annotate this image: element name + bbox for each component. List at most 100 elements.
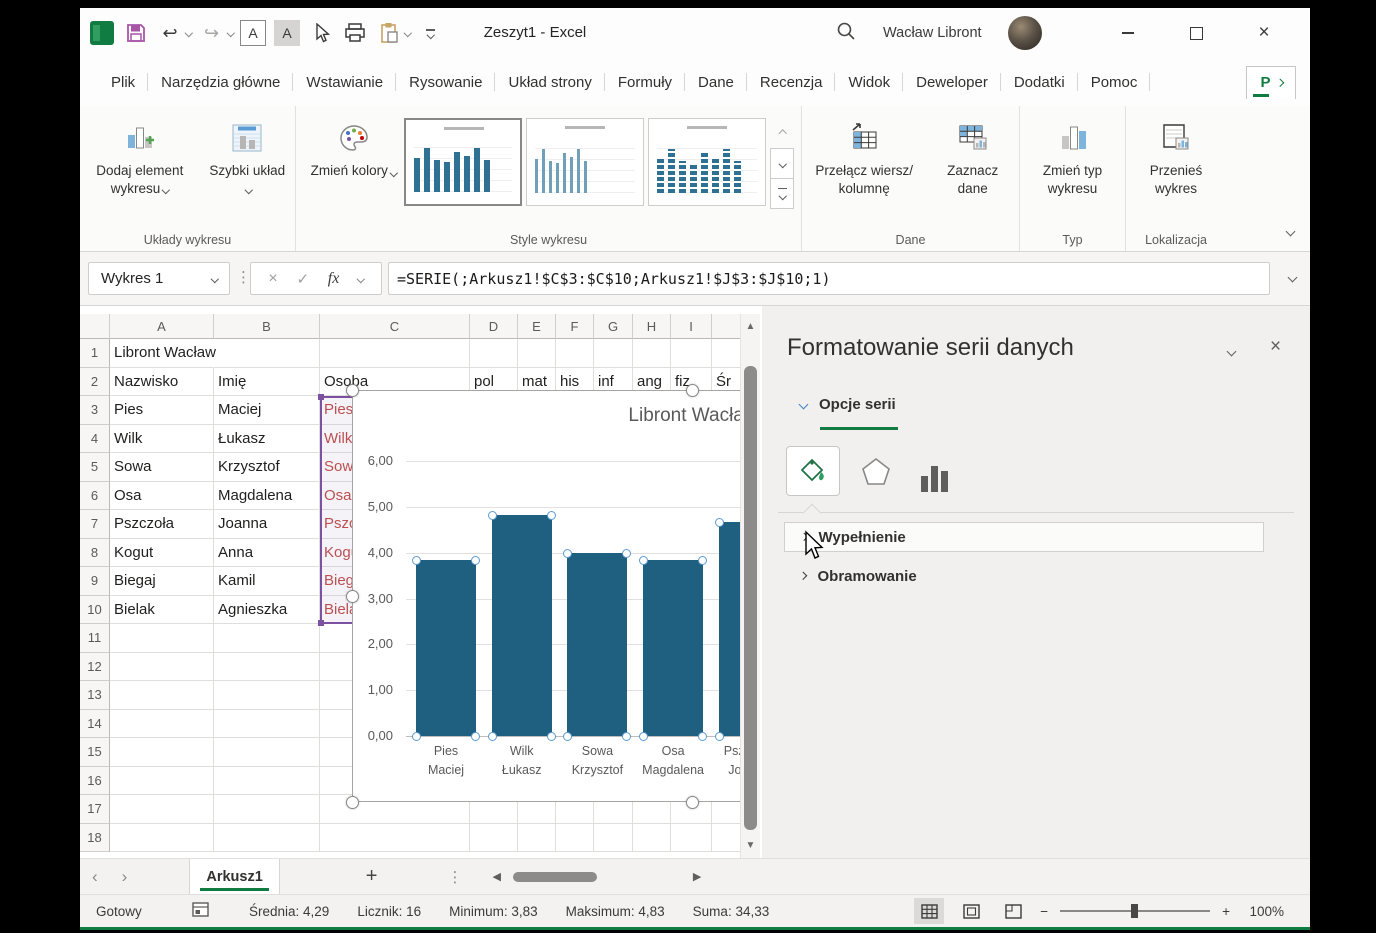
row-header-1[interactable]: 1 xyxy=(80,339,110,368)
cell-B3[interactable]: Maciej xyxy=(214,396,320,425)
cell-G18[interactable] xyxy=(594,824,633,853)
chart-resize-handle[interactable] xyxy=(346,384,359,397)
cell-B2[interactable]: Imię xyxy=(214,368,320,397)
bar-selection-handle[interactable] xyxy=(563,732,572,741)
bar-selection-handle[interactable] xyxy=(698,556,707,565)
cell-D1[interactable] xyxy=(470,339,518,368)
bar-selection-handle[interactable] xyxy=(698,732,707,741)
col-header-I[interactable]: I xyxy=(671,314,712,339)
scroll-down-icon[interactable]: ▼ xyxy=(741,840,760,851)
scroll-up-icon[interactable]: ▲ xyxy=(741,321,760,332)
name-box-chevron[interactable] xyxy=(210,275,218,283)
close-button[interactable]: × xyxy=(1238,8,1290,58)
cell-B7[interactable]: Joanna xyxy=(214,510,320,539)
chart-style-2[interactable] xyxy=(526,118,644,206)
paste-dropdown-chevron[interactable] xyxy=(405,30,411,36)
zoom-level[interactable]: 100% xyxy=(1242,904,1284,919)
bar-selection-handle[interactable] xyxy=(547,732,556,741)
zoom-out-button[interactable]: − xyxy=(1040,904,1048,919)
minimize-button[interactable] xyxy=(1102,8,1154,58)
insert-function-icon[interactable]: fx xyxy=(328,270,340,288)
expand-formula-bar-chevron[interactable] xyxy=(1288,273,1298,283)
cell-B15[interactable] xyxy=(214,738,320,767)
row-header-6[interactable]: 6 xyxy=(80,482,110,511)
account-name[interactable]: Wacław Libront xyxy=(883,25,982,41)
bar-selection-handle[interactable] xyxy=(488,732,497,741)
undo-button[interactable]: ↩ xyxy=(156,18,184,48)
chart-bar-sowa-krzysztof[interactable] xyxy=(567,553,627,736)
zoom-slider-thumb[interactable] xyxy=(1131,904,1138,918)
chart-bar-wilk-łukasz[interactable] xyxy=(492,515,552,736)
col-header-B[interactable]: B xyxy=(214,314,320,339)
sheet-tab-arkusz1[interactable]: Arkusz1 xyxy=(189,859,279,894)
cell-A4[interactable]: Wilk xyxy=(110,425,214,454)
cell-A5[interactable]: Sowa xyxy=(110,453,214,482)
cell-I1[interactable] xyxy=(671,339,712,368)
row-header-2[interactable]: 2 xyxy=(80,368,110,397)
cell-A12[interactable] xyxy=(110,653,214,682)
cell-B16[interactable] xyxy=(214,767,320,796)
row-header-5[interactable]: 5 xyxy=(80,453,110,482)
bar-selection-handle[interactable] xyxy=(715,518,724,527)
cell-D18[interactable] xyxy=(470,824,518,853)
row-header-16[interactable]: 16 xyxy=(80,767,110,796)
cell-A15[interactable] xyxy=(110,738,214,767)
formula-input[interactable]: =SERIE(;Arkusz1!$C$3:$C$10;Arkusz1!$J$3:… xyxy=(388,262,1270,295)
qat-overflow-button[interactable] xyxy=(417,18,445,48)
zoom-in-button[interactable]: + xyxy=(1222,904,1230,919)
series-options-tab[interactable] xyxy=(912,452,956,492)
cell-A2[interactable]: Nazwisko xyxy=(110,368,214,397)
col-header-C[interactable]: C xyxy=(320,314,470,339)
bar-selection-handle[interactable] xyxy=(471,732,480,741)
cell-E18[interactable] xyxy=(518,824,556,853)
cell-A17[interactable] xyxy=(110,795,214,824)
chart-resize-handle[interactable] xyxy=(686,384,699,397)
select-data-button[interactable]: Zaznacz dane xyxy=(926,116,1019,199)
cell-A6[interactable]: Osa xyxy=(110,482,214,511)
cell-A16[interactable] xyxy=(110,767,214,796)
cell-A9[interactable]: Biegaj xyxy=(110,567,214,596)
tab-formuły[interactable]: Formuły xyxy=(605,66,685,98)
sheet-nav-right[interactable]: › xyxy=(110,867,140,887)
bar-selection-handle[interactable] xyxy=(547,511,556,520)
font-style-button[interactable]: A xyxy=(239,18,267,48)
font-style-button-pressed[interactable]: A xyxy=(273,18,301,48)
gallery-down-button[interactable] xyxy=(770,148,794,179)
redo-dropdown-chevron[interactable] xyxy=(228,30,234,36)
redo-button[interactable]: ↪ xyxy=(198,18,226,48)
cell-B13[interactable] xyxy=(214,681,320,710)
cell-A13[interactable] xyxy=(110,681,214,710)
col-header-H[interactable]: H xyxy=(633,314,671,339)
vertical-scroll-thumb[interactable] xyxy=(744,366,757,830)
row-header-10[interactable]: 10 xyxy=(80,596,110,625)
cell-J1[interactable] xyxy=(712,339,740,368)
tab-rysowanie[interactable]: Rysowanie xyxy=(396,66,495,98)
page-layout-view-button[interactable] xyxy=(956,898,986,924)
cell-F1[interactable] xyxy=(556,339,594,368)
cell-B5[interactable]: Krzysztof xyxy=(214,453,320,482)
row-header-12[interactable]: 12 xyxy=(80,653,110,682)
col-header-J[interactable] xyxy=(712,314,740,339)
chart-bar-pies-maciej[interactable] xyxy=(416,560,476,736)
save-icon[interactable] xyxy=(122,18,150,48)
row-header-9[interactable]: 9 xyxy=(80,567,110,596)
cell-A10[interactable]: Bielak xyxy=(110,596,214,625)
enter-icon[interactable]: ✓ xyxy=(296,270,309,288)
cell-F18[interactable] xyxy=(556,824,594,853)
cell-B17[interactable] xyxy=(214,795,320,824)
avatar[interactable] xyxy=(1008,16,1042,50)
scroll-left-icon[interactable]: ◀ xyxy=(492,870,500,883)
tab-widok[interactable]: Widok xyxy=(835,66,903,98)
row-header-4[interactable]: 4 xyxy=(80,425,110,454)
tab-overflow-chevron[interactable] xyxy=(1275,79,1283,87)
select-all-corner[interactable] xyxy=(80,314,110,339)
quick-layout-button[interactable]: Szybki układ xyxy=(200,116,295,199)
chart-resize-handle[interactable] xyxy=(686,796,699,809)
chart-resize-handle[interactable] xyxy=(346,796,359,809)
cell-C1[interactable] xyxy=(320,339,470,368)
row-header-7[interactable]: 7 xyxy=(80,510,110,539)
cell-E1[interactable] xyxy=(518,339,556,368)
switch-row-column-button[interactable]: Przełącz wiersz/ kolumnę xyxy=(802,116,926,199)
excel-logo-icon[interactable] xyxy=(88,18,116,48)
chart-object[interactable]: Libront Wacław 0,001,002,003,004,005,006… xyxy=(352,390,740,802)
